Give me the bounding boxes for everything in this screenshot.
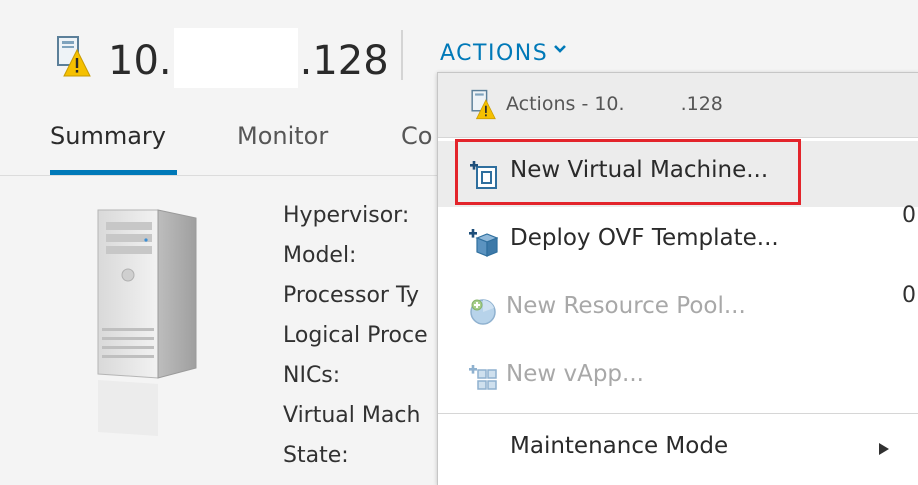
vapp-icon	[469, 365, 497, 390]
menu-item-deploy-ovf-template[interactable]: Deploy OVF Template...	[438, 209, 918, 275]
host-title: 10. .128	[108, 28, 389, 88]
menu-item-label: Maintenance Mode	[510, 433, 729, 459]
tab-monitor[interactable]: Monitor	[237, 122, 328, 150]
tab-configure[interactable]: Co	[401, 122, 432, 150]
header-divider	[401, 30, 403, 80]
menu-item-maintenance-mode[interactable]: Maintenance Mode	[438, 417, 918, 483]
menu-divider	[438, 413, 918, 414]
menu-header: Actions - 10. .128	[438, 73, 918, 138]
actions-label: ACTIONS	[440, 41, 549, 66]
prop-nics: NICs:	[283, 363, 341, 388]
menu-item-new-vapp[interactable]: New vApp...	[438, 345, 918, 411]
prop-hypervisor: Hypervisor:	[283, 203, 410, 228]
menu-header-suffix: .128	[680, 93, 723, 115]
host-warning-icon	[471, 89, 496, 120]
submenu-arrow-icon	[879, 443, 889, 455]
menu-header-prefix: Actions - 10.	[506, 93, 625, 115]
prop-value-fragment: 0	[902, 203, 916, 228]
host-title-prefix: 10.	[108, 38, 172, 84]
resource-pool-icon	[470, 299, 496, 325]
menu-item-label: New Resource Pool...	[506, 293, 746, 319]
prop-logical-processors: Logical Proce	[283, 323, 428, 348]
server-tower-image	[97, 209, 197, 436]
host-warning-icon	[57, 36, 91, 77]
new-vm-icon	[470, 161, 497, 189]
menu-item-label: Deploy OVF Template...	[510, 225, 779, 251]
tab-summary[interactable]: Summary	[50, 122, 166, 150]
prop-model: Model:	[283, 243, 357, 268]
menu-item-label: New vApp...	[506, 361, 644, 387]
prop-value-fragment: 0	[902, 283, 916, 308]
redacted-ip-segment	[173, 28, 298, 88]
menu-header-title: Actions - 10. .128	[506, 93, 723, 115]
menu-item-new-resource-pool[interactable]: New Resource Pool...	[438, 277, 918, 343]
actions-button[interactable]: ACTIONS	[440, 41, 568, 66]
chevron-down-icon	[554, 45, 567, 53]
menu-item-label: New Virtual Machine...	[510, 157, 769, 183]
menu-item-new-virtual-machine[interactable]: New Virtual Machine...	[438, 141, 918, 207]
actions-menu: Actions - 10. .128 New Virtual Machine...…	[437, 72, 918, 485]
deploy-ovf-icon	[469, 229, 498, 257]
prop-state: State:	[283, 443, 349, 468]
prop-processor-type: Processor Ty	[283, 283, 419, 308]
host-title-suffix: .128	[299, 38, 389, 84]
prop-virtual-machines: Virtual Mach	[283, 403, 421, 428]
